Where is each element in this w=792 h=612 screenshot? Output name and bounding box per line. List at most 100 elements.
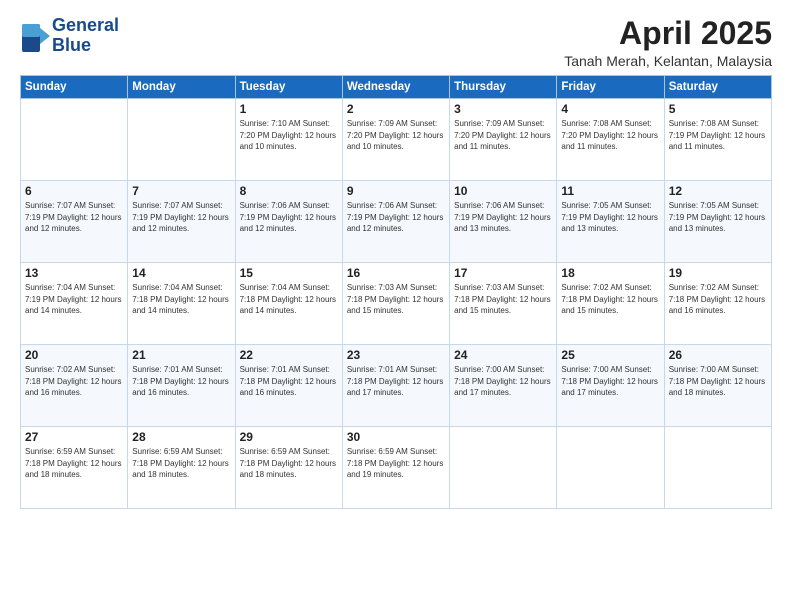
- calendar-table: Sunday Monday Tuesday Wednesday Thursday…: [20, 75, 772, 509]
- day-info: Sunrise: 6:59 AM Sunset: 7:18 PM Dayligh…: [25, 446, 123, 481]
- day-info: Sunrise: 7:07 AM Sunset: 7:19 PM Dayligh…: [25, 200, 123, 235]
- day-info: Sunrise: 7:01 AM Sunset: 7:18 PM Dayligh…: [132, 364, 230, 399]
- location-title: Tanah Merah, Kelantan, Malaysia: [564, 53, 772, 69]
- title-block: April 2025 Tanah Merah, Kelantan, Malays…: [564, 16, 772, 69]
- day-number: 16: [347, 266, 445, 280]
- day-info: Sunrise: 7:08 AM Sunset: 7:20 PM Dayligh…: [561, 118, 659, 153]
- calendar-cell: 30Sunrise: 6:59 AM Sunset: 7:18 PM Dayli…: [342, 427, 449, 509]
- calendar-cell: 12 Sunrise: 7:05 AM Sunset: 7:19 PM Dayli…: [664, 181, 771, 263]
- day-info: Sunrise: 7:06 AM Sunset: 7:19 PM Dayligh…: [454, 200, 552, 235]
- day-info: Sunrise: 7:01 AM Sunset: 7:18 PM Dayligh…: [347, 364, 445, 399]
- day-number: 18: [561, 266, 659, 280]
- col-sunday: Sunday: [21, 76, 128, 99]
- col-saturday: Saturday: [664, 76, 771, 99]
- logo-text: General Blue: [52, 16, 119, 56]
- calendar-cell: 17 Sunrise: 7:03 AM Sunset: 7:18 PM Dayli…: [450, 263, 557, 345]
- day-number: 2: [347, 102, 445, 116]
- calendar-cell: 8 Sunrise: 7:06 AM Sunset: 7:19 PM Daylig…: [235, 181, 342, 263]
- day-number: 1: [240, 102, 338, 116]
- day-info: Sunrise: 6:59 AM Sunset: 7:18 PM Dayligh…: [347, 446, 445, 481]
- calendar-week-3: 13 Sunrise: 7:04 AM Sunset: 7:19 PM Dayli…: [21, 263, 772, 345]
- day-info: Sunrise: 7:01 AM Sunset: 7:18 PM Dayligh…: [240, 364, 338, 399]
- calendar-cell: 9 Sunrise: 7:06 AM Sunset: 7:19 PM Daylig…: [342, 181, 449, 263]
- calendar-cell: 27 Sunrise: 6:59 AM Sunset: 7:18 PM Dayli…: [21, 427, 128, 509]
- day-number: 17: [454, 266, 552, 280]
- calendar-week-2: 6 Sunrise: 7:07 AM Sunset: 7:19 PM Daylig…: [21, 181, 772, 263]
- calendar-week-4: 20 Sunrise: 7:02 AM Sunset: 7:18 PM Dayli…: [21, 345, 772, 427]
- calendar-cell: [21, 99, 128, 181]
- day-number: 8: [240, 184, 338, 198]
- calendar-cell: 21 Sunrise: 7:01 AM Sunset: 7:18 PM Dayli…: [128, 345, 235, 427]
- logo-icon: [20, 22, 48, 50]
- day-number: 9: [347, 184, 445, 198]
- day-number: 6: [25, 184, 123, 198]
- calendar-cell: 25Sunrise: 7:00 AM Sunset: 7:18 PM Dayli…: [557, 345, 664, 427]
- calendar-cell: 29 Sunrise: 6:59 AM Sunset: 7:18 PM Dayli…: [235, 427, 342, 509]
- day-info: Sunrise: 7:03 AM Sunset: 7:18 PM Dayligh…: [454, 282, 552, 317]
- day-info: Sunrise: 7:05 AM Sunset: 7:19 PM Dayligh…: [669, 200, 767, 235]
- calendar-cell: 3 Sunrise: 7:09 AM Sunset: 7:20 PM Daylig…: [450, 99, 557, 181]
- col-tuesday: Tuesday: [235, 76, 342, 99]
- day-info: Sunrise: 6:59 AM Sunset: 7:18 PM Dayligh…: [132, 446, 230, 481]
- day-number: 24: [454, 348, 552, 362]
- calendar-cell: [557, 427, 664, 509]
- day-info: Sunrise: 7:00 AM Sunset: 7:18 PM Dayligh…: [454, 364, 552, 399]
- day-info: Sunrise: 7:04 AM Sunset: 7:18 PM Dayligh…: [240, 282, 338, 317]
- calendar-cell: 22 Sunrise: 7:01 AM Sunset: 7:18 PM Dayli…: [235, 345, 342, 427]
- calendar-cell: 4 Sunrise: 7:08 AM Sunset: 7:20 PM Daylig…: [557, 99, 664, 181]
- day-info: Sunrise: 7:06 AM Sunset: 7:19 PM Dayligh…: [240, 200, 338, 235]
- calendar-cell: 2 Sunrise: 7:09 AM Sunset: 7:20 PM Daylig…: [342, 99, 449, 181]
- day-number: 21: [132, 348, 230, 362]
- day-number: 25: [561, 348, 659, 362]
- logo-line1: General: [52, 16, 119, 36]
- day-info: Sunrise: 7:02 AM Sunset: 7:18 PM Dayligh…: [25, 364, 123, 399]
- day-info: Sunrise: 7:09 AM Sunset: 7:20 PM Dayligh…: [347, 118, 445, 153]
- day-number: 28: [132, 430, 230, 444]
- col-wednesday: Wednesday: [342, 76, 449, 99]
- calendar-cell: [128, 99, 235, 181]
- calendar-cell: 16Sunrise: 7:03 AM Sunset: 7:18 PM Dayli…: [342, 263, 449, 345]
- day-info: Sunrise: 7:07 AM Sunset: 7:19 PM Dayligh…: [132, 200, 230, 235]
- day-info: Sunrise: 7:06 AM Sunset: 7:19 PM Dayligh…: [347, 200, 445, 235]
- calendar-page: General Blue April 2025 Tanah Merah, Kel…: [0, 0, 792, 612]
- calendar-cell: [664, 427, 771, 509]
- day-info: Sunrise: 6:59 AM Sunset: 7:18 PM Dayligh…: [240, 446, 338, 481]
- day-number: 7: [132, 184, 230, 198]
- day-number: 13: [25, 266, 123, 280]
- day-number: 11: [561, 184, 659, 198]
- day-info: Sunrise: 7:04 AM Sunset: 7:18 PM Dayligh…: [132, 282, 230, 317]
- day-number: 22: [240, 348, 338, 362]
- day-number: 4: [561, 102, 659, 116]
- day-number: 29: [240, 430, 338, 444]
- calendar-cell: 6 Sunrise: 7:07 AM Sunset: 7:19 PM Daylig…: [21, 181, 128, 263]
- month-title: April 2025: [564, 16, 772, 51]
- calendar-cell: 1Sunrise: 7:10 AM Sunset: 7:20 PM Daylig…: [235, 99, 342, 181]
- day-number: 12: [669, 184, 767, 198]
- calendar-cell: 5Sunrise: 7:08 AM Sunset: 7:19 PM Daylig…: [664, 99, 771, 181]
- day-info: Sunrise: 7:00 AM Sunset: 7:18 PM Dayligh…: [669, 364, 767, 399]
- day-number: 19: [669, 266, 767, 280]
- day-number: 23: [347, 348, 445, 362]
- calendar-cell: 10Sunrise: 7:06 AM Sunset: 7:19 PM Dayli…: [450, 181, 557, 263]
- day-info: Sunrise: 7:02 AM Sunset: 7:18 PM Dayligh…: [669, 282, 767, 317]
- logo: General Blue: [20, 16, 119, 56]
- day-number: 14: [132, 266, 230, 280]
- calendar-cell: 7 Sunrise: 7:07 AM Sunset: 7:19 PM Daylig…: [128, 181, 235, 263]
- calendar-cell: 15Sunrise: 7:04 AM Sunset: 7:18 PM Dayli…: [235, 263, 342, 345]
- calendar-cell: [450, 427, 557, 509]
- day-info: Sunrise: 7:05 AM Sunset: 7:19 PM Dayligh…: [561, 200, 659, 235]
- day-info: Sunrise: 7:09 AM Sunset: 7:20 PM Dayligh…: [454, 118, 552, 153]
- day-number: 3: [454, 102, 552, 116]
- header: General Blue April 2025 Tanah Merah, Kel…: [20, 16, 772, 69]
- logo-line2: Blue: [52, 36, 119, 56]
- col-thursday: Thursday: [450, 76, 557, 99]
- calendar-cell: 13 Sunrise: 7:04 AM Sunset: 7:19 PM Dayli…: [21, 263, 128, 345]
- day-info: Sunrise: 7:02 AM Sunset: 7:18 PM Dayligh…: [561, 282, 659, 317]
- calendar-cell: 18 Sunrise: 7:02 AM Sunset: 7:18 PM Dayli…: [557, 263, 664, 345]
- col-monday: Monday: [128, 76, 235, 99]
- day-number: 27: [25, 430, 123, 444]
- day-info: Sunrise: 7:04 AM Sunset: 7:19 PM Dayligh…: [25, 282, 123, 317]
- day-number: 20: [25, 348, 123, 362]
- calendar-cell: 23 Sunrise: 7:01 AM Sunset: 7:18 PM Dayli…: [342, 345, 449, 427]
- day-number: 26: [669, 348, 767, 362]
